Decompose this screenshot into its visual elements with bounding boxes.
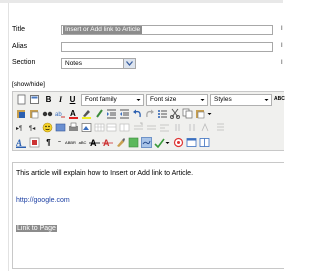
bold-icon[interactable]: B [43, 94, 54, 105]
italic-icon[interactable]: I [55, 94, 66, 105]
chevron-down-icon[interactable] [206, 108, 213, 119]
title-value: Insert or Add link to Article [63, 26, 143, 34]
cell-props-icon[interactable] [119, 122, 130, 133]
replace-icon[interactable]: ab [55, 108, 66, 119]
clean-icon[interactable] [94, 108, 105, 119]
pilcrow-icon[interactable]: ¶ [43, 137, 54, 148]
highlight-icon[interactable] [81, 108, 92, 119]
edge-char: I [281, 26, 283, 32]
help-icon[interactable] [199, 137, 210, 148]
table-icon[interactable] [94, 122, 105, 133]
delete-col-icon[interactable] [187, 122, 198, 133]
bullet-list-icon[interactable] [157, 108, 168, 119]
table-props-icon[interactable] [200, 122, 211, 133]
toolbar-row-2: ab A [15, 107, 284, 120]
strikethrough-icon[interactable]: A [89, 137, 100, 148]
section-select[interactable]: Notes [61, 58, 136, 69]
delete-row-icon[interactable] [146, 122, 157, 133]
paste-icon[interactable] [29, 108, 40, 119]
row-props-icon[interactable] [106, 122, 117, 133]
styles-select[interactable]: Styles [210, 94, 272, 106]
col-icon[interactable] [215, 122, 226, 133]
anchor-icon[interactable] [128, 137, 139, 148]
paste-word-icon[interactable] [16, 108, 27, 119]
acronym-icon[interactable]: aBC [77, 137, 88, 148]
chevron-down-icon[interactable] [164, 137, 171, 148]
link-icon[interactable] [141, 137, 152, 148]
abc-icon[interactable]: ABC [274, 94, 285, 105]
svg-text:¶◂: ¶◂ [29, 126, 35, 132]
chevron-down-icon[interactable] [123, 59, 135, 68]
paste-plain-icon[interactable] [195, 108, 206, 119]
insert-row-icon[interactable] [133, 122, 144, 133]
split-cell-icon[interactable] [159, 122, 170, 133]
edge-char: I [281, 43, 283, 49]
edge-char: I [281, 60, 283, 66]
content-line-1: This article will explain how to Insert … [16, 170, 194, 177]
editor-content-area[interactable]: This article will explain how to Insert … [12, 162, 284, 269]
show-hide-link[interactable]: [show/hide] [12, 81, 45, 88]
font-size-select[interactable]: Font size [146, 94, 208, 106]
font-family-select[interactable]: Font family [81, 94, 144, 106]
selected-text: Link to Page [16, 225, 57, 232]
editor-toolbar: B I U Font family Font size Styles ABC a… [12, 91, 285, 151]
toolbar-row-1: B I U Font family Font size Styles ABC [15, 93, 285, 106]
styles-value: Styles [214, 96, 232, 103]
chevron-down-icon [135, 95, 142, 105]
media-icon[interactable] [55, 122, 66, 133]
article-editor-window: Title Insert or Add link to Article I Al… [0, 0, 285, 271]
font-family-value: Font family [85, 96, 117, 103]
abbr-icon[interactable]: ABBR [65, 137, 76, 148]
rtl-icon[interactable]: ¶◂ [29, 122, 40, 133]
find-icon[interactable] [42, 108, 53, 119]
outdent-icon[interactable] [119, 108, 130, 119]
redo-icon[interactable] [144, 108, 155, 119]
underline-icon[interactable]: U [67, 94, 78, 105]
content-selection: Link to Page [16, 224, 57, 233]
toolbar-row-3: ▸¶ ¶◂ [15, 121, 284, 134]
style-icon[interactable]: A [16, 137, 27, 148]
merge-cell-icon[interactable] [174, 122, 185, 133]
toolbar-row-4: A ¶ “” ABBR aBC A A [15, 136, 284, 149]
insert-link-icon[interactable] [29, 137, 40, 148]
svg-text:A: A [70, 109, 76, 118]
template-icon[interactable] [29, 94, 40, 105]
text-color-icon[interactable]: A [68, 108, 79, 119]
chevron-down-icon [263, 95, 270, 105]
alias-input[interactable] [61, 42, 273, 52]
unlink-icon[interactable] [173, 137, 184, 148]
indent-icon[interactable] [106, 108, 117, 119]
section-value: Notes [65, 60, 82, 67]
chevron-down-icon [199, 95, 206, 105]
new-document-icon[interactable] [16, 94, 27, 105]
emoticon-icon[interactable] [42, 122, 53, 133]
undo-icon[interactable] [132, 108, 143, 119]
print-icon[interactable] [68, 122, 79, 133]
copy-icon[interactable] [182, 108, 193, 119]
fullscreen-icon[interactable] [186, 137, 197, 148]
title-label: Title [12, 26, 25, 33]
alias-label: Alias [12, 43, 28, 50]
superscript-icon[interactable]: A [102, 137, 113, 148]
svg-text:▸¶: ▸¶ [16, 126, 22, 132]
section-label: Section [12, 59, 36, 66]
citation-icon[interactable]: “” [54, 137, 65, 148]
edit-image-icon[interactable] [115, 137, 126, 148]
font-size-value: Font size [150, 96, 177, 103]
content-link[interactable]: http://google.com [16, 196, 70, 205]
cut-icon[interactable] [170, 108, 181, 119]
ltr-icon[interactable]: ▸¶ [16, 122, 27, 133]
title-input[interactable]: Insert or Add link to Article [61, 25, 273, 35]
image-icon[interactable] [81, 122, 92, 133]
